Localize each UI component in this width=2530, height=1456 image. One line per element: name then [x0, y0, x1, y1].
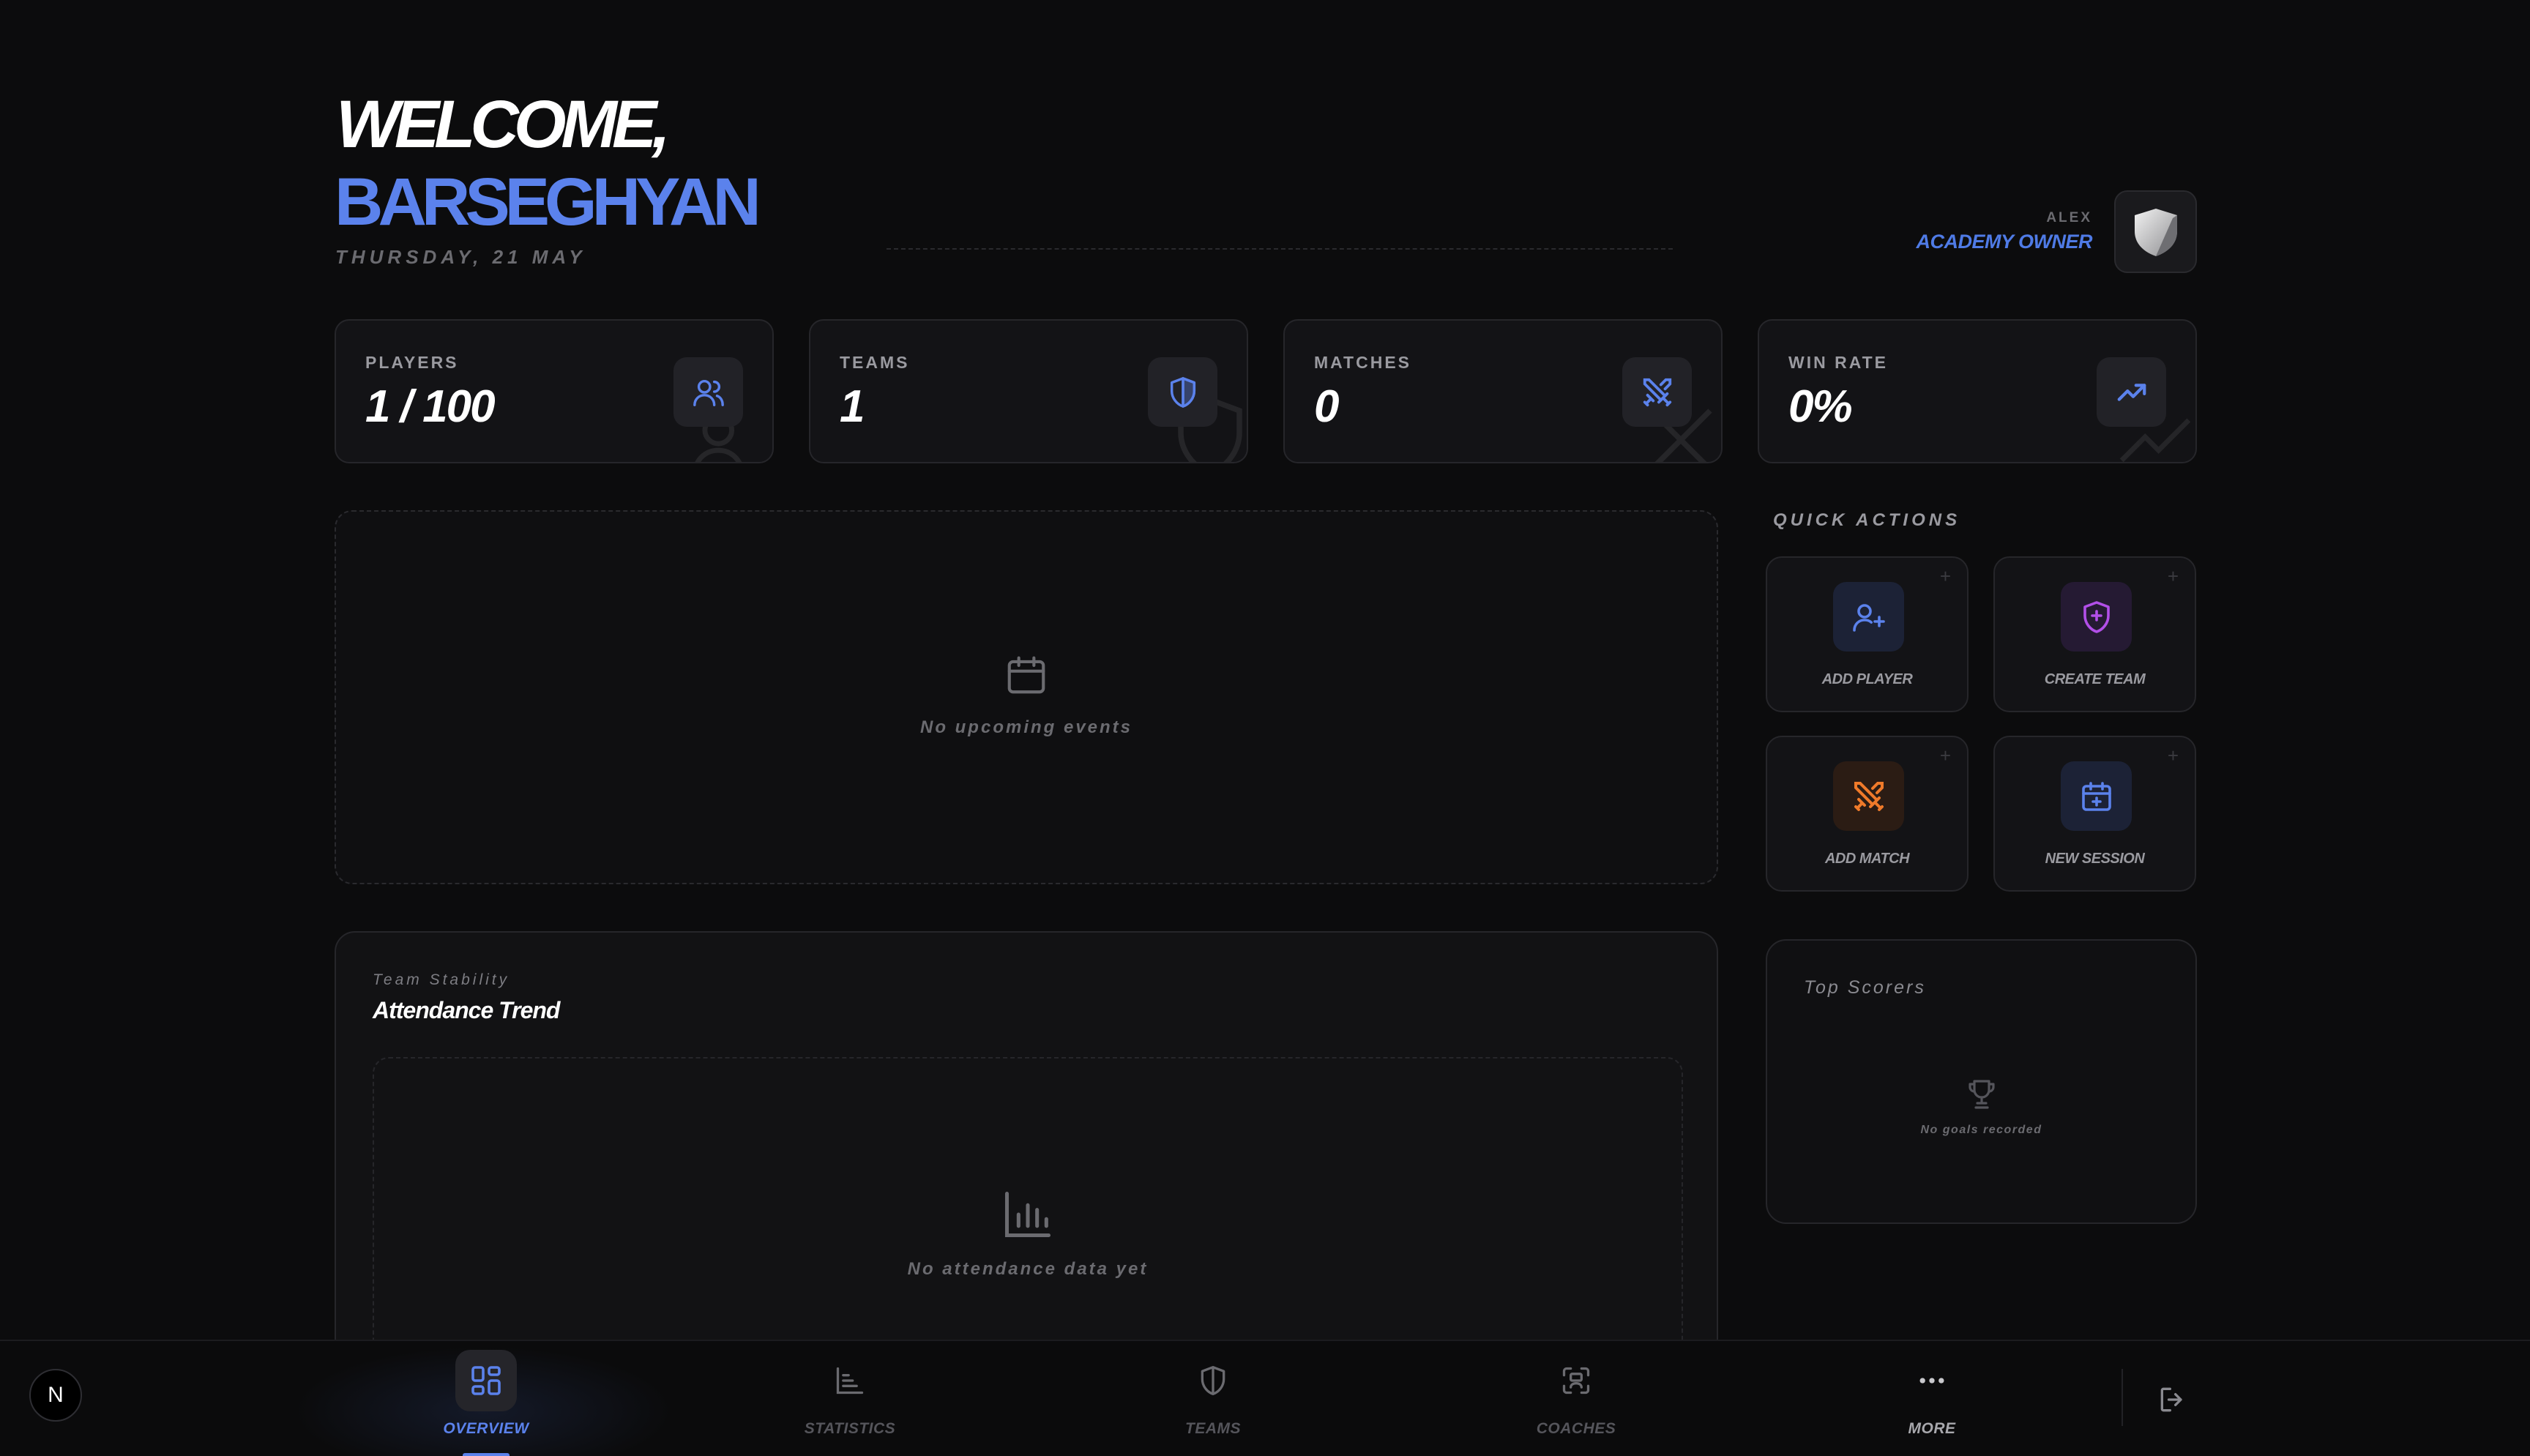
active-indicator — [463, 1453, 510, 1456]
plus-icon: + — [2167, 744, 2179, 766]
shield-crest-icon — [2134, 208, 2177, 256]
dashboard: WELCOME, BARSEGHYAN THURSDAY, 21 MAY ALE… — [335, 0, 2197, 1423]
nav-label: OVERVIEW — [443, 1420, 529, 1437]
attendance-title: Attendance Trend — [373, 997, 560, 1023]
nav-divider — [2122, 1369, 2123, 1426]
chart-icon — [819, 1350, 881, 1411]
create-team-button[interactable]: + CREATE TEAM — [1993, 556, 2196, 712]
shield-icon — [1148, 357, 1217, 427]
shield-icon — [1182, 1350, 1244, 1411]
nav-label: STATISTICS — [804, 1420, 896, 1437]
stat-label: PLAYERS — [365, 353, 459, 372]
stat-value: 1 / 100 — [365, 381, 496, 432]
academy-crest-avatar[interactable] — [2114, 190, 2197, 273]
new-session-button[interactable]: + NEW SESSION — [1993, 736, 2196, 892]
user-plus-icon — [1833, 582, 1904, 652]
stat-value: 0 — [1314, 381, 1340, 432]
add-player-button[interactable]: + ADD PLAYER — [1766, 556, 1969, 712]
stat-label: MATCHES — [1314, 353, 1412, 372]
stat-label: TEAMS — [840, 353, 910, 372]
shield-plus-icon — [2061, 582, 2132, 652]
more-icon — [1901, 1350, 1963, 1411]
calendar-icon — [1007, 656, 1045, 694]
app-logo[interactable]: N — [29, 1369, 82, 1422]
new-session-label: NEW SESSION — [2045, 851, 2145, 867]
stat-card-win-rate[interactable]: WIN RATE 0% — [1758, 319, 2197, 463]
nav-tab-statistics[interactable]: STATISTICS — [762, 1350, 938, 1456]
attendance-subtitle: Team Stability — [373, 971, 510, 988]
nav-label: MORE — [1908, 1420, 1956, 1437]
grid-icon — [455, 1350, 517, 1411]
add-match-button[interactable]: + ADD MATCH — [1766, 736, 1969, 892]
create-team-label: CREATE TEAM — [2044, 671, 2146, 687]
stat-card-teams[interactable]: TEAMS 1 — [809, 319, 1248, 463]
header-divider — [887, 248, 1673, 250]
stat-label: WIN RATE — [1788, 353, 1889, 372]
user-profile[interactable]: ALEX ACADEMY OWNER — [1916, 190, 2197, 273]
attendance-trend-card: Team Stability Attendance Trend No atten… — [335, 931, 1718, 1423]
stat-card-matches[interactable]: MATCHES 0 — [1283, 319, 1723, 463]
stat-value: 0% — [1788, 381, 1853, 432]
top-scorers-empty-text: No goals recorded — [1920, 1124, 2042, 1136]
nav-label: COACHES — [1536, 1420, 1616, 1437]
nav-tab-coaches[interactable]: COACHES — [1488, 1350, 1664, 1456]
nav-label: TEAMS — [1185, 1420, 1241, 1437]
welcome-heading: WELCOME, — [336, 87, 671, 162]
swords-icon — [1622, 357, 1692, 427]
bar-chart-icon — [1004, 1191, 1051, 1238]
user-role: ACADEMY OWNER — [1916, 231, 2092, 253]
logout-icon — [2160, 1387, 2182, 1412]
trophy-icon — [1968, 1080, 1995, 1109]
nav-tab-more[interactable]: MORE — [1844, 1350, 2020, 1456]
plus-icon: + — [1939, 744, 1951, 766]
bottom-navigation: N OVERVIEW STATISTICS TEAMS COACHES MORE — [0, 1340, 2530, 1456]
add-player-label: ADD PLAYER — [1821, 671, 1913, 687]
user-last-name: BARSEGHYAN — [335, 165, 761, 239]
current-date: THURSDAY, 21 MAY — [335, 246, 586, 268]
upcoming-events-panel: No upcoming events — [335, 510, 1718, 884]
top-scorers-title: Top Scorers — [1804, 977, 1926, 998]
scan-user-icon — [1545, 1350, 1607, 1411]
stats-row: PLAYERS 1 / 100 TEAMS 1 MATCHES 0 WIN RA… — [335, 319, 2197, 463]
users-icon — [673, 357, 743, 427]
events-empty-text: No upcoming events — [919, 717, 1133, 737]
swords-icon — [1833, 761, 1904, 831]
plus-icon: + — [1939, 565, 1951, 587]
user-first-name: ALEX — [2046, 210, 2092, 225]
top-scorers-card: Top Scorers No goals recorded — [1766, 939, 2197, 1224]
nav-tab-overview[interactable]: OVERVIEW — [398, 1350, 574, 1456]
add-match-label: ADD MATCH — [1824, 851, 1910, 867]
nav-tab-teams[interactable]: TEAMS — [1125, 1350, 1301, 1456]
stat-value: 1 — [840, 381, 865, 432]
quick-actions-title: QUICK ACTIONS — [1773, 510, 1961, 530]
logo-letter: N — [48, 1383, 64, 1407]
attendance-empty-text: No attendance data yet — [907, 1259, 1149, 1279]
logout-button[interactable] — [2143, 1370, 2202, 1429]
plus-icon: + — [2167, 565, 2179, 587]
stat-card-players[interactable]: PLAYERS 1 / 100 — [335, 319, 774, 463]
calendar-plus-icon — [2061, 761, 2132, 831]
trending-up-icon — [2097, 357, 2166, 427]
